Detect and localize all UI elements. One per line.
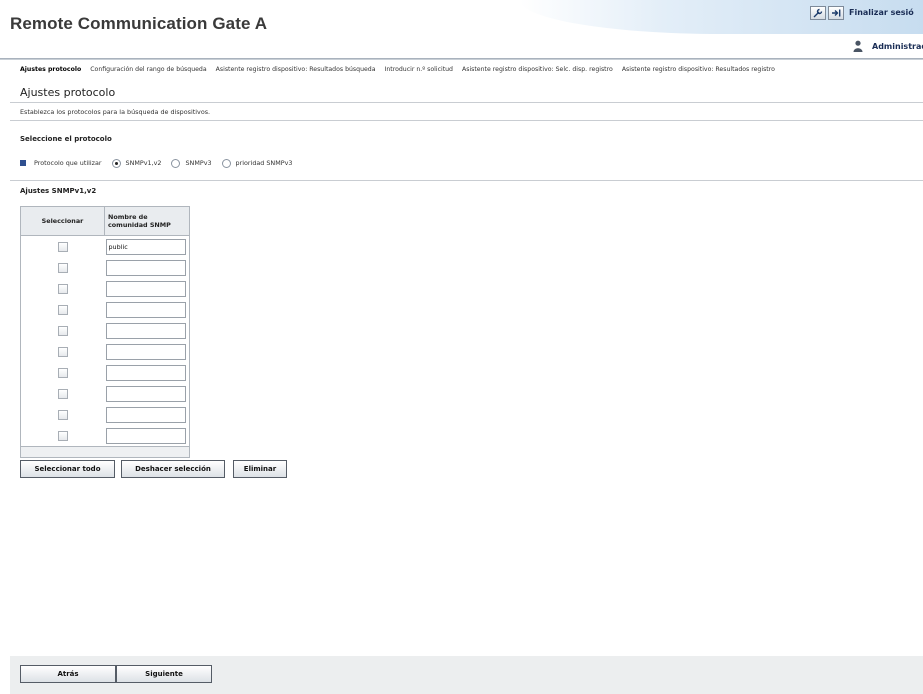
page-description: Establezca los protocolos para la búsque… — [20, 108, 211, 116]
community-name-input[interactable] — [105, 301, 186, 318]
back-button[interactable]: Atrás — [20, 665, 116, 683]
radio-snmpv3[interactable] — [171, 158, 181, 168]
row-checkbox[interactable] — [57, 262, 68, 273]
protocol-row: Protocolo que utilizar SNMPv1,v2 SNMPv3 … — [20, 157, 292, 169]
community-name-input[interactable] — [105, 322, 186, 339]
app-header: Remote Communication Gate A Finalizar se… — [0, 0, 923, 58]
app-title: Remote Communication Gate A — [10, 14, 268, 33]
column-header-community: Nombre de comunidad SNMP — [104, 206, 190, 236]
logout-link[interactable]: Finalizar sesió — [849, 8, 914, 17]
community-name-input[interactable] — [105, 406, 186, 423]
logout-arrow-icon[interactable] — [828, 6, 844, 20]
protocol-label: Protocolo que utilizar — [34, 159, 102, 167]
community-name-input[interactable] — [105, 280, 186, 297]
select-all-button[interactable]: Seleccionar todo — [20, 460, 115, 478]
table-row — [21, 299, 190, 320]
wrench-icon[interactable] — [810, 6, 826, 20]
header-decoration — [520, 0, 923, 34]
delete-button[interactable]: Eliminar — [233, 460, 287, 478]
row-checkbox[interactable] — [57, 241, 68, 252]
tab-configuracion-rango[interactable]: Configuración del rango de búsqueda — [90, 66, 206, 78]
row-checkbox[interactable] — [57, 367, 68, 378]
radio-snmpv1v2[interactable] — [111, 158, 121, 168]
community-name-input[interactable] — [105, 385, 186, 402]
deselect-button[interactable]: Deshacer selección — [121, 460, 225, 478]
snmp-section-title: Ajustes SNMPv1,v2 — [20, 187, 97, 195]
table-row — [21, 383, 190, 404]
table-row — [21, 341, 190, 362]
next-button[interactable]: Siguiente — [116, 665, 212, 683]
row-checkbox[interactable] — [57, 304, 68, 315]
page-title: Ajustes protocolo — [20, 86, 116, 99]
row-checkbox[interactable] — [57, 388, 68, 399]
row-checkbox[interactable] — [57, 346, 68, 357]
protocol-section-title: Seleccione el protocolo — [20, 135, 112, 143]
community-name-input[interactable] — [105, 259, 186, 276]
table-row — [21, 257, 190, 278]
header-divider — [0, 58, 923, 60]
tab-bar: Ajustes protocolo Configuración del rang… — [20, 66, 784, 78]
table-row — [21, 278, 190, 299]
tab-introducir-solicitud[interactable]: Introducir n.º solicitud — [385, 66, 453, 78]
community-name-input[interactable] — [105, 427, 186, 444]
tab-resultados-busqueda[interactable]: Asistente registro dispositivo: Resultad… — [216, 66, 376, 78]
protocol-divider — [10, 180, 923, 181]
row-checkbox[interactable] — [57, 409, 68, 420]
community-name-input[interactable] — [105, 343, 186, 360]
table-row — [21, 425, 190, 447]
user-name: Administrado — [872, 42, 923, 51]
radio-label-snmpv3[interactable]: SNMPv3 — [185, 159, 211, 167]
table-row — [21, 404, 190, 425]
community-table: Seleccionar Nombre de comunidad SNMP — [20, 206, 190, 458]
community-name-input[interactable] — [105, 364, 186, 381]
table-footer — [20, 446, 190, 458]
description-divider — [10, 120, 923, 121]
radio-label-snmpv1v2[interactable]: SNMPv1,v2 — [126, 159, 162, 167]
row-checkbox[interactable] — [57, 325, 68, 336]
radio-prioridad-snmpv3[interactable] — [221, 158, 231, 168]
title-divider — [10, 102, 923, 103]
tab-resultados-registro[interactable]: Asistente registro dispositivo: Resultad… — [622, 66, 775, 78]
table-row — [21, 362, 190, 383]
row-checkbox[interactable] — [57, 430, 68, 441]
table-row — [21, 236, 190, 258]
user-icon — [853, 40, 863, 52]
tab-ajustes-protocolo[interactable]: Ajustes protocolo — [20, 66, 81, 78]
table-row — [21, 320, 190, 341]
community-name-input[interactable] — [105, 238, 186, 255]
bullet-icon — [20, 160, 26, 166]
tab-selc-disp-registro[interactable]: Asistente registro dispositivo: Selc. di… — [462, 66, 613, 78]
row-checkbox[interactable] — [57, 283, 68, 294]
column-header-select: Seleccionar — [20, 206, 105, 236]
radio-label-prioridad-snmpv3[interactable]: prioridad SNMPv3 — [236, 159, 293, 167]
